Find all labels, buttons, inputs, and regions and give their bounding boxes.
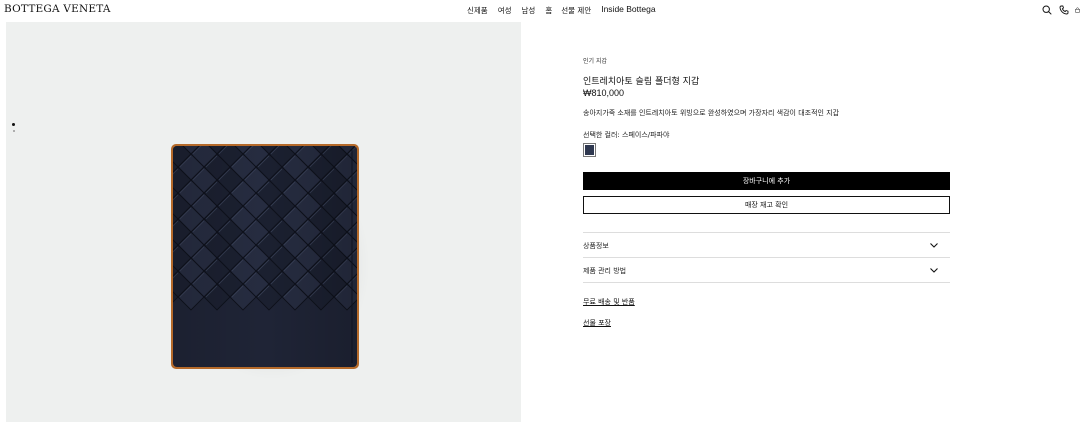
brand-logo[interactable]: BOTTEGA VENETA bbox=[4, 3, 111, 15]
gallery-pagination bbox=[12, 123, 15, 136]
header-icons bbox=[1041, 4, 1080, 15]
color-swatch[interactable] bbox=[583, 143, 596, 157]
bag-icon[interactable] bbox=[1075, 4, 1080, 15]
color-swatch-fill bbox=[585, 145, 594, 155]
gallery-dot-active[interactable] bbox=[12, 123, 15, 126]
accordion-product-info[interactable]: 상품정보 bbox=[583, 233, 950, 257]
free-shipping-returns-link[interactable]: 무료 배송 및 반품 bbox=[583, 297, 635, 307]
nav-item-women[interactable]: 여성 bbox=[498, 5, 512, 16]
product-image-wallet bbox=[171, 144, 359, 369]
phone-icon[interactable] bbox=[1058, 4, 1069, 15]
search-icon[interactable] bbox=[1041, 4, 1052, 15]
product-price: ₩810,000 bbox=[583, 88, 625, 98]
selected-color-label: 선택한 컬러: 스페이스/파파야 bbox=[583, 131, 670, 139]
nav-item-men[interactable]: 남성 bbox=[522, 5, 536, 16]
chevron-down-icon bbox=[930, 243, 938, 248]
gift-wrap-link[interactable]: 선물 포장 bbox=[583, 318, 611, 328]
product-details: 인기 지갑 인트레치아토 슬림 폴더형 지갑 ₩810,000 송아지가죽 소재… bbox=[583, 0, 950, 428]
accordion-care-guide[interactable]: 제품 관리 방법 bbox=[583, 258, 950, 282]
product-category[interactable]: 인기 지갑 bbox=[583, 56, 607, 65]
nav-item-home[interactable]: 홈 bbox=[545, 5, 552, 16]
nav-item-new[interactable]: 신제품 bbox=[467, 5, 488, 16]
accordion-label: 제품 관리 방법 bbox=[583, 267, 627, 275]
gallery-dot[interactable] bbox=[12, 130, 15, 132]
chevron-down-icon bbox=[930, 268, 938, 273]
check-store-stock-button[interactable]: 매장 재고 확인 bbox=[583, 196, 950, 214]
product-image-gallery[interactable] bbox=[6, 22, 521, 422]
accordion-label: 상품정보 bbox=[583, 242, 609, 250]
product-name: 인트레치아토 슬림 폴더형 지갑 bbox=[583, 77, 700, 87]
divider bbox=[583, 282, 950, 283]
add-to-cart-button[interactable]: 장바구니에 추가 bbox=[583, 172, 950, 190]
product-description: 송아지가죽 소재를 인트레치아토 위빙으로 완성하였으며 가장자리 색감이 대조… bbox=[583, 109, 840, 117]
